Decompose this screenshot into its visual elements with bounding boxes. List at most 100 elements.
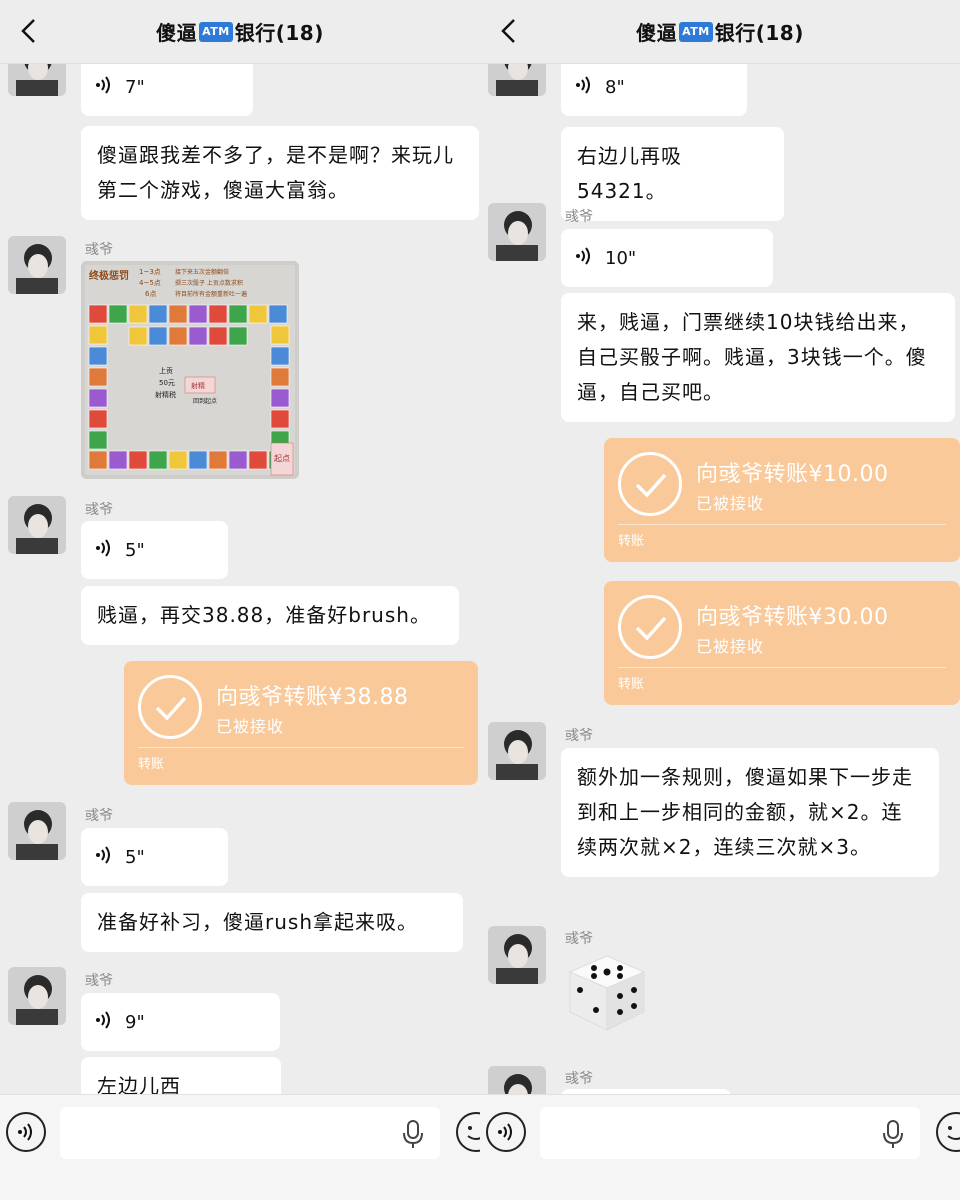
right-chat-pane: 傻逼 ATM 银行(18) 8" 右边儿再吸54321。 彧爷 10" 来，贱逼… [480, 0, 960, 1200]
board-center-1: 上贡 [159, 366, 173, 375]
voice-message[interactable]: 7" [81, 64, 253, 116]
avatar[interactable] [488, 926, 546, 984]
title-suffix: 银行(18) [234, 21, 324, 45]
voice-duration: 8" [605, 76, 625, 98]
transfer-amount: 向彧爷转账¥38.88 [216, 685, 409, 710]
chat-header: 傻逼 ATM 银行(18) [0, 0, 480, 64]
title-suffix: 银行(18) [714, 21, 804, 45]
back-arrow-icon[interactable] [492, 14, 526, 48]
sender-name: 彧爷 [565, 728, 593, 744]
sender-name: 彧爷 [565, 209, 593, 225]
transfer-card[interactable]: 向彧爷转账¥38.88 已被接收 转账 [124, 661, 478, 785]
voice-toggle-icon[interactable] [486, 1112, 526, 1152]
microphone-icon[interactable] [880, 1119, 906, 1149]
voice-message[interactable]: 5" [81, 521, 228, 579]
microphone-icon[interactable] [400, 1119, 426, 1149]
board-rule-2-text: 掷三次骰子 上贡点数求积 [175, 279, 243, 287]
voice-toggle-icon[interactable] [6, 1112, 46, 1152]
sender-name: 彧爷 [565, 1071, 593, 1087]
emoji-icon[interactable] [936, 1112, 960, 1152]
text-message[interactable]: 额外加一条规则，傻逼如果下一步走到和上一步相同的金额，就×2。连续两次就×2，连… [561, 748, 939, 877]
avatar[interactable] [8, 802, 66, 860]
avatar[interactable] [488, 1066, 546, 1094]
avatar[interactable] [8, 967, 66, 1025]
avatar[interactable] [8, 496, 66, 554]
board-center-3: 射精税 [155, 390, 176, 399]
transfer-amount: 向彧爷转账¥10.00 [696, 462, 889, 487]
voice-duration: 7" [125, 76, 145, 98]
transfer-divider [138, 747, 464, 748]
board-center-2: 50元 [159, 379, 175, 387]
voice-message[interactable]: 9" [81, 993, 280, 1051]
transfer-status: 已被接收 [696, 494, 765, 513]
transfer-divider [618, 667, 946, 668]
transfer-card[interactable]: 向彧爷转账¥10.00 已被接收 转账 [604, 438, 960, 562]
sender-name: 彧爷 [85, 808, 113, 824]
dice-icon[interactable] [564, 950, 650, 1036]
board-title: 终极惩罚 [89, 269, 129, 282]
transfer-divider [618, 524, 946, 525]
transfer-status: 已被接收 [216, 717, 285, 736]
title-prefix: 傻逼 [636, 21, 678, 45]
voice-wave-icon [93, 844, 115, 871]
left-chat-pane: 傻逼 ATM 银行(18) 7" 傻逼跟我差不多了，是不是啊？来玩儿第二个游戏，… [0, 0, 480, 1200]
chat-title: 傻逼 ATM 银行(18) [636, 17, 804, 46]
transfer-status: 已被接收 [696, 637, 765, 656]
sender-name: 彧爷 [565, 931, 593, 947]
transfer-amount: 向彧爷转账¥30.00 [696, 605, 889, 630]
voice-wave-icon [93, 537, 115, 564]
board-start: 起点 [274, 454, 290, 463]
atm-emoji: ATM [679, 21, 713, 42]
sender-name: 彧爷 [85, 242, 113, 258]
input-bar [0, 1094, 480, 1200]
input-bar [480, 1094, 960, 1200]
voice-wave-icon [573, 245, 595, 272]
text-message[interactable]: 右边儿再吸54321。 [561, 127, 784, 221]
voice-duration: 10" [605, 247, 637, 269]
board-rule-2: 4~5点 [139, 279, 161, 287]
text-message[interactable]: 傻逼跟我差不多了，是不是啊？来玩儿第二个游戏，傻逼大富翁。 [81, 126, 479, 220]
board-rule-1-text: 接下来五次金额翻倍 [175, 268, 229, 276]
voice-message[interactable]: 5" [81, 828, 228, 886]
text-message[interactable]: 准备好补习，傻逼rush拿起来吸。 [81, 893, 463, 952]
voice-message[interactable]: 8" [561, 64, 747, 116]
title-prefix: 傻逼 [156, 21, 198, 45]
voice-wave-icon [93, 74, 115, 101]
atm-emoji: ATM [199, 21, 233, 42]
check-circle-icon [138, 675, 202, 739]
emoji-icon[interactable] [456, 1112, 480, 1152]
board-rule-3: 6点 [145, 290, 156, 298]
avatar[interactable] [488, 64, 546, 96]
board-rule-1: 1~3点 [139, 268, 161, 276]
transfer-label: 转账 [618, 534, 645, 549]
check-circle-icon [618, 452, 682, 516]
avatar[interactable] [488, 722, 546, 780]
voice-wave-icon [573, 74, 595, 101]
message-input[interactable] [540, 1107, 920, 1159]
avatar[interactable] [8, 64, 66, 96]
transfer-card[interactable]: 向彧爷转账¥30.00 已被接收 转账 [604, 581, 960, 705]
avatar[interactable] [8, 236, 66, 294]
voice-duration: 5" [125, 539, 145, 561]
board-back: 回到起点 [193, 397, 217, 405]
text-message[interactable]: 贱逼，再交38.88，准备好brush。 [81, 586, 459, 645]
voice-duration: 5" [125, 846, 145, 868]
text-message[interactable]: 左边儿西54321。 [81, 1057, 281, 1094]
board-rule-3-text: 将目前所有金额重新吐一遍 [175, 290, 247, 298]
message-input[interactable] [60, 1107, 440, 1159]
transfer-label: 转账 [618, 677, 645, 692]
voice-duration: 9" [125, 1011, 145, 1033]
voice-wave-icon [93, 1009, 115, 1036]
transfer-label: 转账 [138, 757, 165, 772]
game-board-image[interactable]: 终极惩罚 1~3点 接下来五次金额翻倍 4~5点 掷三次骰子 上贡点数求积 6点… [81, 261, 299, 479]
text-message[interactable]: 来，贱逼，门票继续10块钱给出来，自己买骰子啊。贱逼，3块钱一个。傻逼，自己买吧… [561, 293, 955, 422]
sender-name: 彧爷 [85, 502, 113, 518]
board-shoot: 射精 [191, 381, 205, 390]
back-arrow-icon[interactable] [12, 14, 46, 48]
message-feed[interactable]: 8" 右边儿再吸54321。 彧爷 10" 来，贱逼，门票继续10块钱给出来，自… [480, 64, 960, 1094]
message-feed[interactable]: 7" 傻逼跟我差不多了，是不是啊？来玩儿第二个游戏，傻逼大富翁。 彧爷 终极惩罚… [0, 64, 480, 1094]
avatar[interactable] [488, 203, 546, 261]
chat-title: 傻逼 ATM 银行(18) [156, 17, 324, 46]
sender-name: 彧爷 [85, 973, 113, 989]
voice-message[interactable]: 10" [561, 229, 773, 287]
